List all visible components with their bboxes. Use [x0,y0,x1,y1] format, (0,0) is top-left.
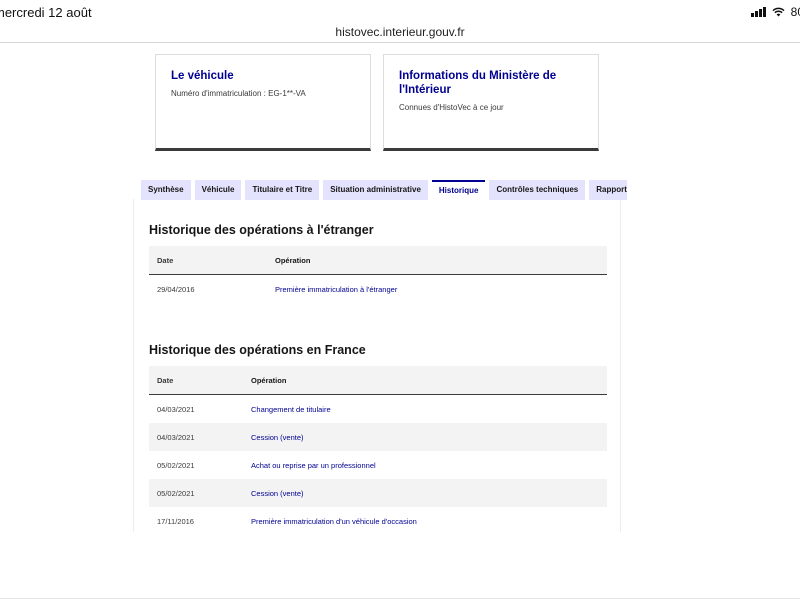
row-date: 05/02/2021 [157,460,195,470]
tab-controles-techniques[interactable]: Contrôles techniques [489,180,586,200]
row-operation: Première immatriculation d'un véhicule d… [251,516,417,526]
historique-panel: Historique des opérations à l'étranger D… [133,199,621,532]
bottom-divider [0,598,800,599]
vehicle-card-description: Numéro d'immatriculation : EG-1**-VA [171,89,306,98]
row-operation: Cession (vente) [251,488,304,498]
table-row: 29/04/2016 Première immatriculation à l'… [149,275,607,303]
column-header-date: Date [157,375,174,385]
france-history-table: Date Opération 04/03/2021 Changement de … [149,366,607,532]
column-header-operation: Opération [275,255,311,265]
row-operation: Changement de titulaire [251,404,331,414]
table-header: Date Opération [149,246,607,275]
table-row: 17/11/2016 Première immatriculation d'un… [149,507,607,532]
ministry-card-description: Connues d'HistoVec à ce jour [399,103,504,112]
row-date: 05/02/2021 [157,488,195,498]
vehicle-card-title: Le véhicule [171,70,234,82]
ministry-card: Informations du Ministère de l'Intérieur… [383,54,599,151]
row-date: 04/03/2021 [157,432,195,442]
tab-rapport[interactable]: Rapport [589,180,627,200]
tab-bar: Synthèse Véhicule Titulaire et Titre Sit… [141,180,627,200]
ministry-card-title: Informations du Ministère de l'Intérieur [399,70,557,96]
tab-situation-administrative[interactable]: Situation administrative [323,180,428,200]
url-text: histovec.interieur.gouv.fr [335,25,465,39]
tab-synthese[interactable]: Synthèse [141,180,191,200]
row-date: 17/11/2016 [157,516,194,526]
table-row: 05/02/2021 Achat ou reprise par un profe… [149,451,607,479]
battery-percentage: 80 [790,5,800,19]
france-history-title: Historique des opérations en France [149,343,366,357]
wifi-icon [772,7,785,17]
address-bar[interactable]: histovec.interieur.gouv.fr [0,22,800,43]
tab-titulaire-titre[interactable]: Titulaire et Titre [245,180,320,200]
table-header: Date Opération [149,366,607,395]
status-date: mercredi 12 août [0,5,92,20]
row-date: 29/04/2016 [157,284,195,294]
row-operation: Première immatriculation à l'étranger [275,284,398,294]
status-indicators: 80 [750,5,800,19]
foreign-history-title: Historique des opérations à l'étranger [149,223,374,237]
column-header-date: Date [157,255,174,265]
vehicle-card: Le véhicule Numéro d'immatriculation : E… [155,54,371,151]
table-row: 05/02/2021 Cession (vente) [149,479,607,507]
row-operation: Cession (vente) [251,432,304,442]
tab-historique[interactable]: Historique [431,180,486,200]
column-header-operation: Opération [251,375,287,385]
cellular-signal-icon [750,7,766,17]
row-date: 04/03/2021 [157,404,195,414]
table-row: 04/03/2021 Changement de titulaire [149,395,607,423]
tab-vehicule[interactable]: Véhicule [194,180,242,200]
row-operation: Achat ou reprise par un professionnel [251,460,376,470]
foreign-history-table: Date Opération 29/04/2016 Première immat… [149,246,607,303]
table-row: 04/03/2021 Cession (vente) [149,423,607,451]
